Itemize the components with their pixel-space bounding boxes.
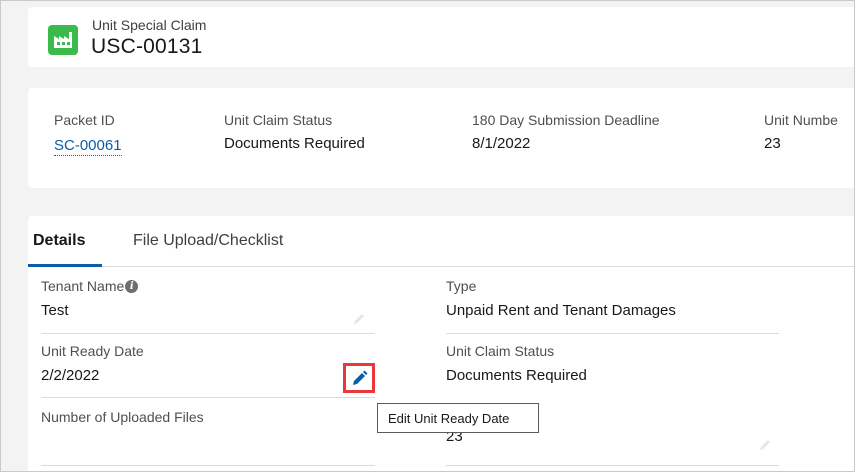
unit-number-value: 23 xyxy=(764,135,781,152)
tab-file-upload-checklist[interactable]: File Upload/Checklist xyxy=(133,232,283,250)
unit-ready-date-label: Unit Ready Date xyxy=(41,343,144,359)
unit-claim-status-value: Documents Required xyxy=(224,135,365,152)
info-icon[interactable]: i xyxy=(125,279,139,293)
app-frame: Unit Special Claim USC-00131 Packet ID S… xyxy=(0,0,855,472)
detail-unit-claim-status-label: Unit Claim Status xyxy=(446,343,555,359)
submission-deadline-field: 180 Day Submission Deadline 8/1/2022 xyxy=(472,112,660,152)
active-tab-indicator xyxy=(28,264,102,267)
tab-bar: Details File Upload/Checklist xyxy=(28,216,854,267)
packet-id-field: Packet ID SC-00061 xyxy=(54,112,122,156)
field-divider xyxy=(446,465,779,466)
tenant-name-label: Tenant Name xyxy=(41,278,125,294)
detail-unit-claim-status-field: Unit Claim Status Documents Required xyxy=(446,343,587,384)
unit-ready-date-field: Unit Ready Date 2/2/2022 xyxy=(41,343,144,384)
uploaded-files-label: Number of Uploaded Files xyxy=(41,409,204,425)
type-value: Unpaid Rent and Tenant Damages xyxy=(446,302,676,319)
pencil-icon xyxy=(353,370,368,385)
submission-deadline-label: 180 Day Submission Deadline xyxy=(472,112,660,128)
unit-claim-status-label: Unit Claim Status xyxy=(224,112,333,128)
unit-number-label: Unit Numbe xyxy=(764,112,838,128)
record-header: Unit Special Claim USC-00131 xyxy=(28,7,854,67)
details-card: Details File Upload/Checklist Tenant Nam… xyxy=(28,216,854,471)
unit-ready-date-value: 2/2/2022 xyxy=(41,367,100,384)
tab-details[interactable]: Details xyxy=(33,232,85,250)
field-divider xyxy=(41,333,375,334)
field-divider xyxy=(41,397,375,398)
packet-id-link[interactable]: SC-00061 xyxy=(54,137,122,156)
uploaded-files-field: Number of Uploaded Files xyxy=(41,409,204,433)
packet-id-label: Packet ID xyxy=(54,112,115,128)
field-divider xyxy=(446,333,779,334)
tenant-name-field: Tenant Name i Test xyxy=(41,278,139,319)
type-label: Type xyxy=(446,278,477,294)
detail-unit-claim-status-value: Documents Required xyxy=(446,367,587,384)
unit-number-field: Unit Numbe 23 xyxy=(764,112,838,152)
factory-icon xyxy=(48,25,78,55)
tenant-name-value: Test xyxy=(41,302,69,319)
edit-tooltip: Edit Unit Ready Date xyxy=(377,403,539,433)
record-title: USC-00131 xyxy=(91,35,203,58)
highlights-panel: Packet ID SC-00061 Unit Claim Status Doc… xyxy=(28,88,854,188)
edit-unit-ready-date-button[interactable] xyxy=(343,363,375,393)
field-divider xyxy=(41,465,375,466)
unit-claim-status-field: Unit Claim Status Documents Required xyxy=(224,112,365,152)
type-field: Type Unpaid Rent and Tenant Damages xyxy=(446,278,676,319)
edit-tenant-name-icon[interactable] xyxy=(352,312,366,326)
object-type-label: Unit Special Claim xyxy=(92,17,207,33)
submission-deadline-value: 8/1/2022 xyxy=(472,135,531,152)
edit-unit-number-icon[interactable] xyxy=(758,438,772,452)
